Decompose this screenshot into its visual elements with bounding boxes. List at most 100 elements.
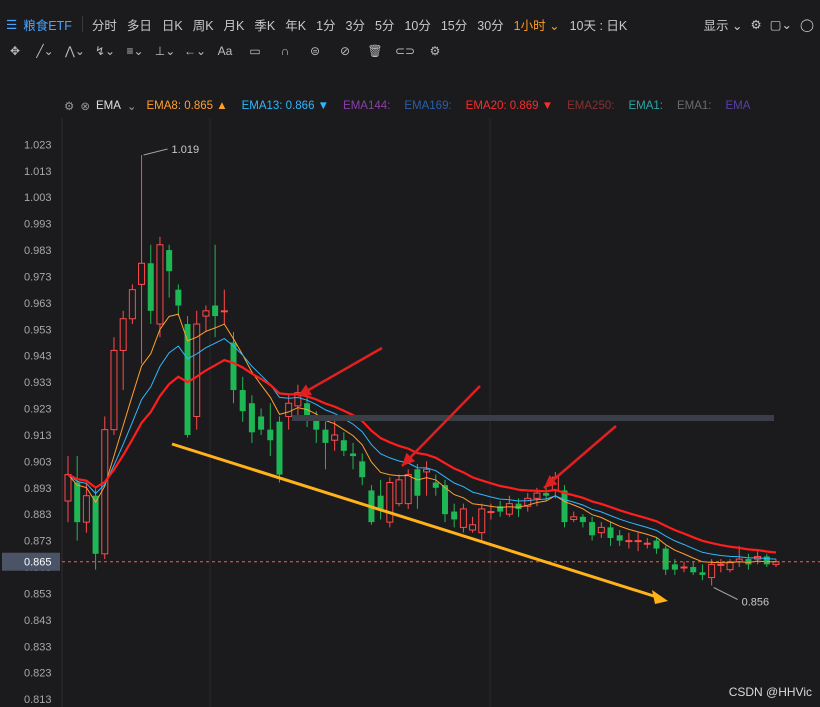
period-tab[interactable]: 日K xyxy=(157,15,188,34)
wave-tool-icon[interactable]: ↯⌄ xyxy=(90,44,120,58)
period-tab[interactable]: 周K xyxy=(188,15,219,34)
candle-body xyxy=(404,474,412,505)
red-arrow-drawing xyxy=(401,385,481,467)
link-icon[interactable]: ⊂⊃ xyxy=(390,44,420,58)
indicator-item: EMA20: 0.869 ▼ xyxy=(465,100,554,112)
settings-icon[interactable]: ⚙ xyxy=(750,17,761,32)
channel-tool-icon[interactable]: ≡⌄ xyxy=(120,44,150,58)
y-tick-label: 0.963 xyxy=(24,298,52,310)
divider xyxy=(81,16,83,32)
candle-body xyxy=(717,563,725,566)
candle-body xyxy=(395,479,403,505)
indicator-settings-icon[interactable]: ⚙ xyxy=(64,99,74,113)
symbol-name: 粮食ETF xyxy=(23,18,72,33)
y-tick-label: 1.023 xyxy=(24,139,52,151)
watermark: CSDN @HHVic xyxy=(728,685,812,699)
period-tab[interactable]: 15分 xyxy=(436,15,472,34)
candle-body xyxy=(156,244,164,325)
candle-body xyxy=(561,490,568,523)
hide-icon[interactable]: ⊘ xyxy=(330,44,360,58)
period-tab[interactable]: 10天 : 日K xyxy=(565,15,633,34)
high-marker-line xyxy=(143,148,168,156)
candle-body xyxy=(625,540,633,543)
y-tick-label: 0.993 xyxy=(24,219,52,231)
indicator-item: EMA250: xyxy=(567,100,615,112)
candle-body xyxy=(662,548,669,570)
period-tab[interactable]: 年K xyxy=(280,15,311,34)
candle-body xyxy=(607,527,614,538)
note-tool-icon[interactable]: ▭ xyxy=(240,44,270,58)
candle-body xyxy=(128,289,136,320)
delete-icon[interactable]: 🗑 xyxy=(360,44,390,58)
period-tab[interactable]: 3分 xyxy=(341,15,370,34)
y-tick-label: 0.933 xyxy=(24,377,52,389)
candle-body xyxy=(597,526,605,534)
candle-body xyxy=(459,508,467,528)
move-icon[interactable]: ✥ xyxy=(0,44,30,58)
y-tick-label: 0.893 xyxy=(24,483,52,495)
menu-icon: ☰ xyxy=(6,17,18,32)
candlestick-chart[interactable]: 1.023 1.013 1.003 0.993 0.983 0.973 0.963 0.953… xyxy=(0,118,820,707)
y-tick-label: 0.973 xyxy=(24,271,52,283)
candle-body xyxy=(202,310,210,317)
period-tab[interactable]: 1分 xyxy=(311,15,340,34)
period-tab[interactable]: 30分 xyxy=(472,15,508,34)
candle-body xyxy=(690,567,697,573)
candle-body xyxy=(699,572,706,575)
y-tick-label: 1.013 xyxy=(24,166,52,178)
ema-line xyxy=(67,313,776,564)
line-tool-icon[interactable]: ╱⌄ xyxy=(30,44,60,58)
y-tick-label: 0.903 xyxy=(24,456,52,468)
candle-body xyxy=(680,566,688,569)
fib-tool-icon[interactable]: ⊥⌄ xyxy=(150,44,180,58)
red-arrow-drawing xyxy=(543,425,617,489)
text-tool-icon[interactable]: Aa xyxy=(210,44,240,58)
candle-body xyxy=(359,461,366,478)
candle-body xyxy=(423,468,431,473)
toolbar-right: 显示 ⌄ ⚙ ▢⌄ ◯ xyxy=(704,10,820,38)
trend-arrow-head xyxy=(652,590,668,604)
polyline-tool-icon[interactable]: ⋀⌄ xyxy=(60,44,90,58)
candle-body xyxy=(322,429,329,443)
indicator-item: EMA xyxy=(725,100,751,112)
candle-body xyxy=(74,482,81,523)
candle-body xyxy=(166,250,173,272)
candle-body xyxy=(432,482,439,488)
arrow-tool-icon[interactable]: ←⌄ xyxy=(180,44,210,58)
candle-body xyxy=(331,434,339,441)
symbol-selector[interactable]: ☰ 粮食ETF xyxy=(0,15,78,34)
candle-body xyxy=(763,556,770,565)
period-tab[interactable]: 5分 xyxy=(370,15,399,34)
circle-icon[interactable]: ◯ xyxy=(800,17,820,32)
candle-body xyxy=(119,318,127,351)
indicator-item: EMA1: xyxy=(628,100,663,112)
period-tab[interactable]: 月K xyxy=(219,15,250,34)
period-tab[interactable]: 多日 xyxy=(122,15,157,34)
y-tick-label: 0.953 xyxy=(24,324,52,336)
ema-line xyxy=(67,338,777,560)
indicator-close-icon[interactable]: ⊗ xyxy=(80,99,90,113)
display-button[interactable]: 显示 ⌄ xyxy=(704,15,743,34)
red-arrow-drawing xyxy=(297,346,383,398)
candle-body xyxy=(350,453,357,457)
period-tab[interactable]: 10分 xyxy=(399,15,435,34)
candle-body xyxy=(340,440,347,451)
lock-icon[interactable]: ⊜ xyxy=(300,44,330,58)
magnet-icon[interactable]: ∩ xyxy=(270,44,300,58)
period-tab[interactable]: 分时 xyxy=(87,15,122,34)
candle-body xyxy=(212,305,219,317)
candle-body xyxy=(239,390,246,412)
drawing-toolbar: ✥ ╱⌄ ⋀⌄ ↯⌄ ≡⌄ ⊥⌄ ←⌄ Aa ▭ ∩ ⊜ ⊘ 🗑 ⊂⊃ ⚙ xyxy=(0,38,820,64)
y-tick-label: 0.943 xyxy=(24,351,52,363)
candle-body xyxy=(101,429,109,555)
candle-body xyxy=(64,474,72,502)
tool-settings-icon[interactable]: ⚙ xyxy=(420,44,450,58)
indicator-dropdown-icon[interactable]: ⌄ xyxy=(127,99,137,113)
low-label: 0.856 xyxy=(742,597,770,609)
period-tab[interactable]: 季K xyxy=(249,15,280,34)
layout-icon[interactable]: ▢⌄ xyxy=(770,17,792,32)
candle-body xyxy=(175,289,182,306)
candle-body xyxy=(258,416,265,430)
candle-body xyxy=(92,495,99,554)
period-tab[interactable]: 1小时 ⌄ xyxy=(509,15,565,34)
